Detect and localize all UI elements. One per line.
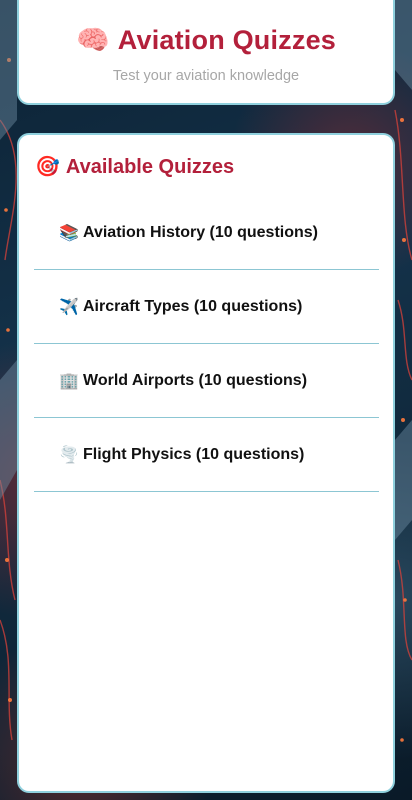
quiz-item-label: World Airports (10 questions)	[83, 372, 308, 389]
quiz-item-label: Aviation History (10 questions)	[83, 224, 318, 241]
section-heading: 🎯 Available Quizzes	[35, 152, 234, 182]
app-subtitle: Test your aviation knowledge	[112, 68, 300, 84]
quiz-item-label: Aircraft Types (10 questions)	[83, 298, 303, 315]
quiz-item-aviation-history[interactable]: 📚 Aviation History (10 questions)	[34, 197, 379, 270]
quiz-item-flight-physics[interactable]: 🌪️ Flight Physics (10 questions)	[34, 419, 379, 492]
app-title-text: Aviation Quizzes	[117, 24, 337, 55]
target-icon: 🎯	[35, 156, 60, 178]
quiz-item-world-airports[interactable]: 🏢 World Airports (10 questions)	[34, 345, 379, 418]
app-title: 🧠 Aviation Quizzes	[19, 20, 393, 60]
quiz-item-label: Flight Physics (10 questions)	[83, 446, 305, 463]
section-heading-text: Available Quizzes	[65, 155, 235, 178]
quiz-item-aircraft-types[interactable]: ✈️ Aircraft Types (10 questions)	[34, 271, 379, 344]
quiz-list: 📚 Aviation History (10 questions) ✈️ Air…	[34, 197, 379, 493]
building-icon: 🏢	[59, 371, 79, 390]
books-icon: 📚	[59, 223, 79, 242]
tornado-icon: 🌪️	[59, 445, 79, 464]
quizzes-card: 🎯 Available Quizzes 📚 Aviation History (…	[17, 133, 395, 793]
airplane-icon: ✈️	[59, 297, 79, 316]
brain-icon: 🧠	[75, 24, 110, 55]
header-card: 🧠 Aviation Quizzes Test your aviation kn…	[17, 0, 395, 105]
